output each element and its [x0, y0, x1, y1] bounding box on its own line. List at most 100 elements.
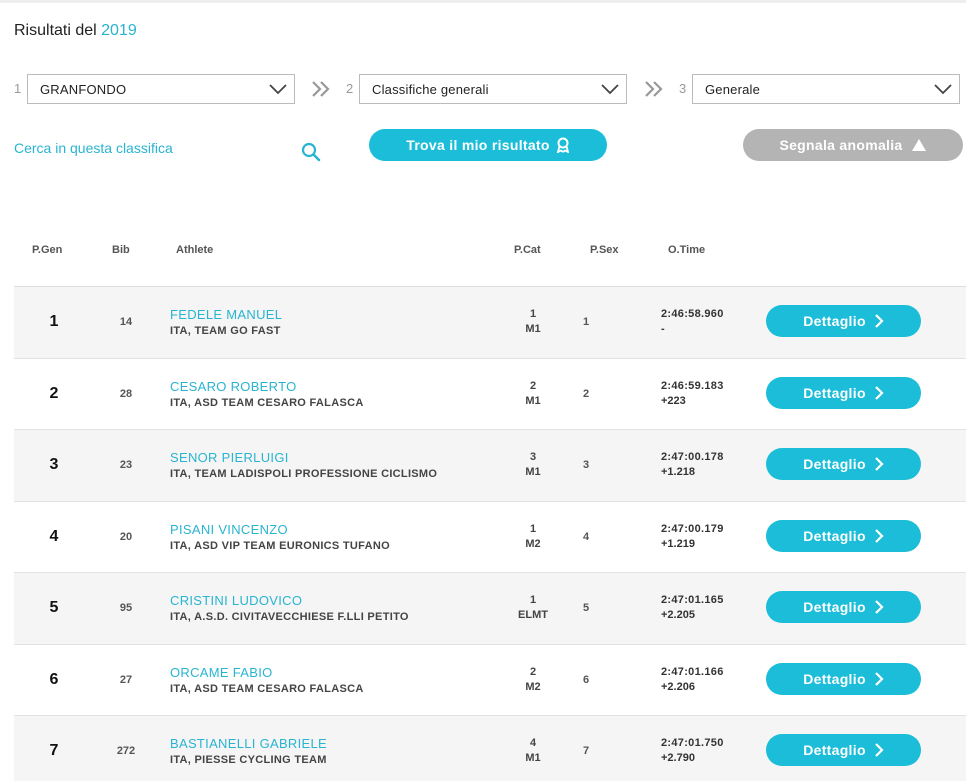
- row-gap: +1.219: [661, 537, 695, 550]
- chevron-right-icon: [875, 457, 884, 471]
- table-row: 7 272 BASTIANELLI GABRIELE ITA, PIESSE C…: [14, 716, 966, 781]
- row-time: 2:46:59.183: [661, 379, 724, 392]
- table-row: 4 20 PISANI VINCENZO ITA, ASD VIP TEAM E…: [14, 502, 966, 573]
- table-header: P.Gen Bib Athlete P.Cat P.Sex O.Time: [14, 240, 966, 260]
- col-pgen[interactable]: P.Gen: [32, 244, 62, 256]
- row-bib: 28: [119, 387, 133, 400]
- col-otime[interactable]: O.Time: [668, 244, 705, 256]
- chevron-right-icon: [875, 385, 884, 400]
- detail-button[interactable]: Dettaglio: [766, 662, 921, 695]
- category-select[interactable]: Generale: [692, 74, 960, 104]
- find-my-result-label: Trova il mio risultato: [406, 137, 550, 153]
- row-athlete-team: ITA, PIESSE CYCLING TEAM: [170, 754, 327, 766]
- row-bib: 14: [119, 316, 133, 328]
- detail-button[interactable]: Dettaglio: [766, 376, 921, 409]
- row-athlete-name[interactable]: FEDELE MANUEL: [170, 307, 282, 322]
- table-row: 5 95 CRISTINI LUDOVICO ITA, A.S.D. CIVIT…: [14, 573, 966, 645]
- row-pcat: 3: [529, 451, 537, 463]
- detail-button-label: Dettaglio: [803, 742, 866, 758]
- row-athlete-team: ITA, TEAM GO FAST: [170, 325, 281, 337]
- row-gap: +2.206: [661, 680, 695, 693]
- row-athlete-name[interactable]: PISANI VINCENZO: [170, 522, 288, 537]
- row-pcat: 2: [529, 665, 537, 678]
- category-select-value: Generale: [705, 82, 761, 97]
- row-gap: +1.218: [661, 466, 695, 478]
- search-icon[interactable]: [300, 141, 322, 163]
- row-time: 2:47:00.179: [661, 522, 724, 535]
- row-gap: +2.205: [661, 609, 695, 621]
- row-position: 6: [49, 670, 59, 688]
- row-time: 2:47:01.165: [661, 594, 724, 606]
- row-pcat: 1: [529, 594, 537, 606]
- row-athlete-name[interactable]: CESARO ROBERTO: [170, 379, 297, 394]
- row-position: 4: [49, 527, 59, 545]
- row-time: 2:47:01.166: [661, 665, 724, 678]
- chevron-right-icon: [875, 600, 884, 614]
- detail-button-label: Dettaglio: [803, 599, 866, 615]
- detail-button[interactable]: Dettaglio: [766, 448, 921, 480]
- row-athlete-name[interactable]: ORCAME FABIO: [170, 665, 273, 680]
- col-pcat[interactable]: P.Cat: [514, 244, 541, 256]
- row-time: 2:46:58.960: [661, 308, 724, 320]
- step-number-2: 2: [346, 81, 354, 96]
- chevron-right-icon: [875, 314, 884, 328]
- row-category: M2: [525, 537, 541, 550]
- row-category: M1: [525, 394, 541, 407]
- row-bib: 27: [119, 673, 133, 686]
- double-chevron-right-icon: [312, 81, 330, 97]
- row-athlete-team: ITA, A.S.D. CIVITAVECCHIESE F.LLI PETITO: [170, 611, 409, 623]
- row-gap: -: [661, 323, 665, 335]
- search-input[interactable]: Cerca in questa classifica: [14, 140, 173, 156]
- find-my-result-button[interactable]: Trova il mio risultato: [369, 129, 607, 161]
- row-psex: 1: [582, 316, 590, 328]
- race-select[interactable]: GRANFONDO: [27, 74, 295, 104]
- detail-button-label: Dettaglio: [803, 313, 866, 329]
- detail-button[interactable]: Dettaglio: [766, 734, 921, 766]
- row-position: 1: [49, 313, 59, 330]
- detail-button[interactable]: Dettaglio: [766, 591, 921, 623]
- row-psex: 2: [582, 387, 590, 400]
- col-athlete[interactable]: Athlete: [176, 244, 213, 256]
- page-title-year: 2019: [101, 22, 137, 39]
- table-row: 2 28 CESARO ROBERTO ITA, ASD TEAM CESARO…: [14, 359, 966, 430]
- step-number-3: 3: [679, 81, 687, 96]
- ranking-type-select[interactable]: Classifiche generali: [359, 74, 627, 104]
- chevron-right-icon: [875, 743, 884, 757]
- row-position: 2: [49, 384, 59, 402]
- row-bib: 95: [119, 602, 133, 614]
- col-bib[interactable]: Bib: [112, 244, 130, 256]
- row-gap: +223: [661, 394, 686, 407]
- row-category: ELMT: [518, 609, 548, 621]
- row-position: 7: [49, 742, 59, 759]
- detail-button-label: Dettaglio: [803, 456, 866, 472]
- table-row: 3 23 SENOR PIERLUIGI ITA, TEAM LADISPOLI…: [14, 430, 966, 502]
- row-athlete-team: ITA, TEAM LADISPOLI PROFESSIONE CICLISMO: [170, 468, 438, 480]
- row-athlete-name[interactable]: CRISTINI LUDOVICO: [170, 593, 302, 608]
- row-pcat: 2: [529, 379, 537, 392]
- col-psex[interactable]: P.Sex: [590, 244, 619, 256]
- row-position: 5: [49, 599, 59, 616]
- chevron-down-icon: [934, 84, 952, 95]
- row-pcat: 1: [529, 522, 537, 535]
- row-athlete-team: ITA, ASD VIP TEAM EURONICS TUFANO: [170, 539, 390, 552]
- row-athlete-name[interactable]: SENOR PIERLUIGI: [170, 450, 289, 465]
- row-category: M1: [525, 466, 541, 478]
- row-psex: 5: [582, 602, 590, 614]
- row-athlete-name[interactable]: BASTIANELLI GABRIELE: [170, 736, 327, 751]
- detail-button[interactable]: Dettaglio: [766, 305, 921, 337]
- chevron-right-icon: [875, 528, 884, 543]
- warning-triangle-icon: [911, 139, 926, 151]
- ranking-type-select-value: Classifiche generali: [372, 82, 489, 97]
- row-category: M1: [525, 752, 541, 764]
- detail-button[interactable]: Dettaglio: [766, 519, 921, 552]
- detail-button-label: Dettaglio: [803, 670, 866, 687]
- row-psex: 7: [582, 745, 590, 757]
- row-time: 2:47:01.750: [661, 737, 724, 749]
- report-anomaly-button[interactable]: Segnala anomalia: [743, 129, 963, 161]
- chevron-right-icon: [875, 671, 884, 686]
- row-athlete-team: ITA, ASD TEAM CESARO FALASCA: [170, 396, 364, 409]
- chevron-down-icon: [601, 84, 619, 95]
- page-title-prefix: Risultati del: [14, 22, 97, 39]
- row-athlete-team: ITA, ASD TEAM CESARO FALASCA: [170, 682, 364, 695]
- row-bib: 20: [119, 530, 133, 543]
